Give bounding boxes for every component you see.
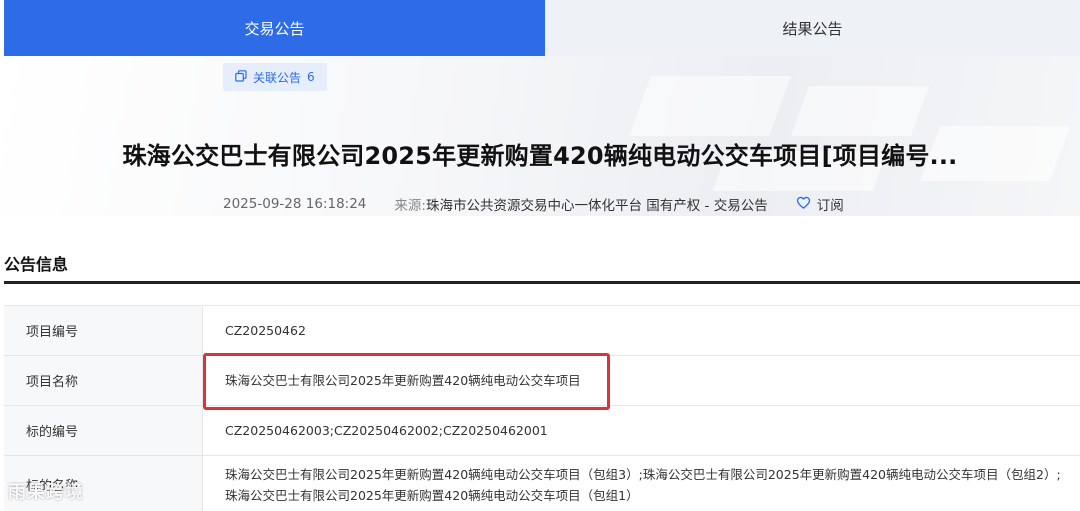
related-label: 关联公告 xyxy=(253,70,302,85)
tab-trade-announcement[interactable]: 交易公告 xyxy=(4,0,545,56)
table-row: 标的编号 CZ20250462003;CZ20250462002;CZ20250… xyxy=(4,406,1080,456)
watermark-logo: 雨果跨境 xyxy=(8,482,84,503)
info-table: 项目编号 CZ20250462 项目名称 珠海公交巴士有限公司2025年更新购置… xyxy=(4,305,1080,511)
copy-icon xyxy=(235,69,247,85)
related-announcements-button[interactable]: 关联公告 6 xyxy=(223,63,327,91)
row-value-line: 珠海公交巴士有限公司2025年更新购置420辆纯电动公交车项目（包组1） xyxy=(225,487,639,503)
section-title: 公告信息 xyxy=(4,255,69,274)
section-divider xyxy=(4,281,1080,284)
heart-icon xyxy=(796,195,811,214)
publish-datetime: 2025-09-28 16:18:24 xyxy=(223,196,367,212)
row-value: CZ20250462 xyxy=(225,323,306,338)
table-row: 项目名称 珠海公交巴士有限公司2025年更新购置420辆纯电动公交车项目 xyxy=(4,356,1080,406)
source-text: 珠海市公共资源交易中心一体化平台 国有产权 - 交易公告 xyxy=(425,198,768,214)
row-value: CZ20250462003;CZ20250462002;CZ2025046200… xyxy=(225,423,548,438)
related-count: 6 xyxy=(307,70,315,84)
row-value: 珠海公交巴士有限公司2025年更新购置420辆纯电动公交车项目 xyxy=(225,373,581,388)
row-value: 珠海公交巴士有限公司2025年更新购置420辆纯电动公交车项目（包组3）;珠海公… xyxy=(203,456,1080,511)
row-value-line: 珠海公交巴士有限公司2025年更新购置420辆纯电动公交车项目（包组3）;珠海公… xyxy=(225,466,1061,482)
row-label: 标的编号 xyxy=(4,406,203,455)
subscribe-label: 订阅 xyxy=(816,198,844,214)
source-label: 来源: xyxy=(394,198,426,214)
table-row: 标的名称 珠海公交巴士有限公司2025年更新购置420辆纯电动公交车项目（包组3… xyxy=(4,456,1080,511)
announcement-meta: 2025-09-28 16:18:24 来源: 珠海市公共资源交易中心一体化平台… xyxy=(223,194,844,214)
row-label: 项目编号 xyxy=(4,306,203,355)
announcement-tabs: 交易公告 结果公告 xyxy=(4,0,1080,56)
table-row: 项目编号 CZ20250462 xyxy=(4,306,1080,356)
tab-result-announcement[interactable]: 结果公告 xyxy=(545,0,1080,56)
page-title: 珠海公交巴士有限公司2025年更新购置420辆纯电动公交车项目[项目编号... xyxy=(122,142,958,170)
subscribe-button[interactable]: 订阅 xyxy=(796,194,844,214)
row-label: 项目名称 xyxy=(4,356,203,405)
